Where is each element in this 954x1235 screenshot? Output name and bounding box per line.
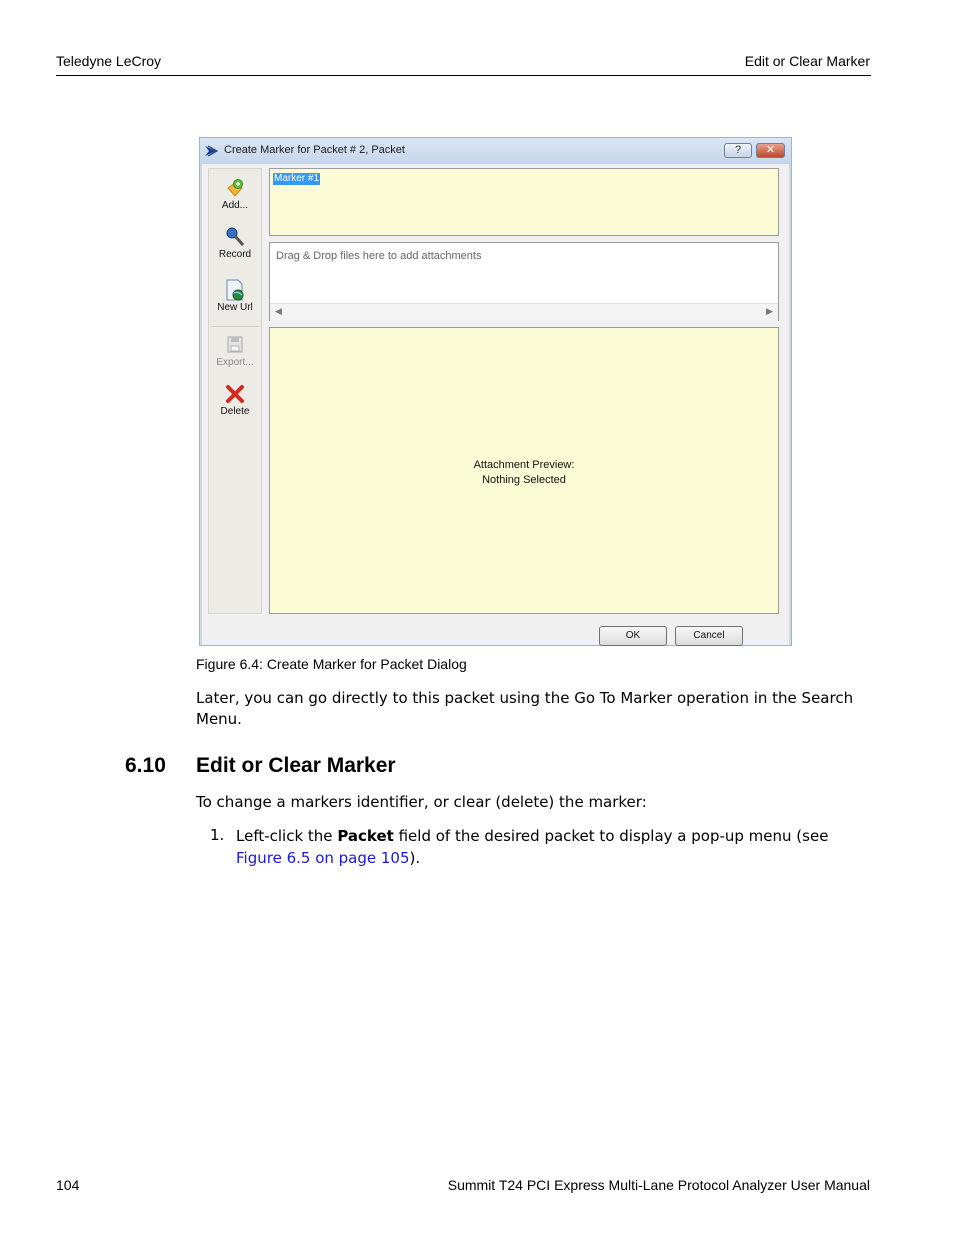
microphone-icon [226, 227, 245, 246]
horizontal-scrollbar[interactable]: ◀ ▶ [270, 303, 778, 321]
cancel-button[interactable]: Cancel [675, 626, 743, 646]
dialog-client-area: Add... Record New Url Export... Delete M… [202, 164, 789, 646]
help-button[interactable]: ? [724, 143, 752, 158]
paragraph-edit-intro: To change a markers identifier, or clear… [196, 793, 647, 811]
list-text-middle: field of the desired packet to display a… [393, 827, 829, 845]
list-item-number: 1. [210, 826, 225, 844]
create-marker-dialog: Create Marker for Packet # 2, Packet ? ✕… [199, 137, 792, 646]
add-button[interactable]: Add... [209, 177, 261, 211]
marker-name-field[interactable]: Marker #1 [269, 168, 779, 236]
footer-title: Summit T24 PCI Express Multi-Lane Protoc… [447, 1177, 870, 1193]
scroll-right-icon[interactable]: ▶ [766, 306, 773, 317]
list-text-before: Left-click the [236, 827, 338, 845]
list-text-after: ). [409, 849, 421, 867]
web-page-icon [226, 279, 244, 301]
add-label: Add... [221, 200, 249, 211]
scroll-left-icon[interactable]: ◀ [275, 306, 282, 317]
list-item-text: Left-click the Packet field of the desir… [236, 825, 866, 869]
add-icon [227, 179, 243, 197]
delete-button[interactable]: Delete [209, 383, 261, 417]
side-toolbar: Add... Record New Url Export... Delete [208, 168, 262, 614]
header-rule [56, 75, 871, 76]
figure-caption: Figure 6.4: Create Marker for Packet Dia… [196, 656, 467, 672]
ok-button[interactable]: OK [599, 626, 667, 646]
header-left: Teledyne LeCroy [56, 53, 162, 69]
header-right: Edit or Clear Marker [744, 53, 870, 69]
record-button[interactable]: Record [209, 226, 261, 260]
dialog-titlebar: Create Marker for Packet # 2, Packet ? ✕ [200, 138, 791, 164]
packet-term: Packet [337, 827, 394, 845]
figure-6-5-link[interactable]: Figure 6.5 on page 105 [236, 849, 410, 867]
page-number: 104 [56, 1177, 80, 1193]
section-number: 6.10 [125, 754, 166, 777]
preview-status: Attachment Preview: Nothing Selected [270, 458, 778, 488]
delete-x-icon [226, 385, 244, 403]
toolbar-separator [211, 326, 259, 327]
floppy-disk-icon [227, 336, 243, 353]
marker-name-text: Marker #1 [273, 173, 321, 185]
record-label: Record [218, 249, 252, 260]
new-url-label: New Url [217, 302, 253, 313]
section-title: Edit or Clear Marker [196, 754, 396, 777]
attachments-drop-area[interactable]: Drag & Drop files here to add attachment… [269, 242, 779, 321]
export-label: Export... [216, 357, 254, 368]
attachment-preview-pane: Attachment Preview: Nothing Selected [269, 327, 779, 614]
new-url-button[interactable]: New Url [209, 279, 261, 313]
preview-line-1: Attachment Preview: [473, 459, 575, 471]
app-logo-icon [205, 145, 218, 157]
attachments-hint: Drag & Drop files here to add attachment… [276, 250, 482, 262]
export-button[interactable]: Export... [209, 334, 261, 368]
preview-line-2: Nothing Selected [482, 474, 566, 486]
close-button[interactable]: ✕ [756, 143, 785, 158]
dialog-title: Create Marker for Packet # 2, Packet [224, 144, 405, 156]
delete-label: Delete [220, 406, 250, 417]
paragraph-goto-marker: Later, you can go directly to this packe… [196, 689, 854, 728]
